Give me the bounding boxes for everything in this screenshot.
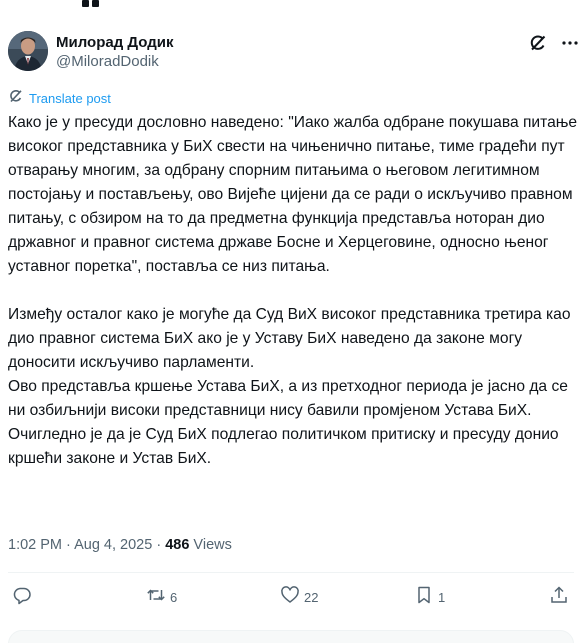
previous-post-cutoff [82,0,110,7]
author-name[interactable]: Милорад Додик [56,33,174,52]
repost-button[interactable]: 6 [146,585,177,609]
post-meta: 1:02 PM · Aug 4, 2025 · 486 Views [8,535,232,555]
post-date[interactable]: Aug 4, 2025 [74,537,152,553]
divider [8,572,574,573]
post-time[interactable]: 1:02 PM [8,537,62,553]
post-paragraph: Између осталог како је могуће да Суд ВиХ… [8,306,571,467]
more-options-icon[interactable] [560,33,580,53]
views-count: 486 [165,537,190,553]
action-bar: 6 22 1 [8,585,574,609]
repost-icon [146,585,166,610]
translate-post-label[interactable]: Translate post [29,91,111,106]
author-handle[interactable]: @MiloradDodik [56,52,174,72]
reply-button[interactable] [12,585,36,609]
meta-separator: · [152,537,166,553]
bookmark-count: 1 [438,589,446,605]
bookmark-icon [414,585,434,610]
translate-post-link[interactable]: Translate post [8,88,111,108]
reply-box-edge[interactable] [8,630,574,643]
translate-icon [8,88,24,109]
views-label: Views [189,537,232,553]
share-icon [549,585,569,610]
meta-separator: · [62,537,75,553]
bookmark-button[interactable]: 1 [414,585,445,609]
reply-icon [12,585,32,610]
share-button[interactable] [549,585,569,609]
like-button[interactable]: 22 [280,585,318,609]
like-count: 22 [304,589,319,605]
like-icon [280,585,300,610]
repost-count: 6 [170,589,178,605]
post-header: Милорад Додик @MiloradDodik [8,31,580,75]
post-text: Како је у пресуди дословно наведено: "Иа… [8,111,580,471]
post-paragraph: Како је у пресуди дословно наведено: "Иа… [8,114,578,275]
grok-icon[interactable] [528,33,548,53]
avatar[interactable] [8,31,48,71]
